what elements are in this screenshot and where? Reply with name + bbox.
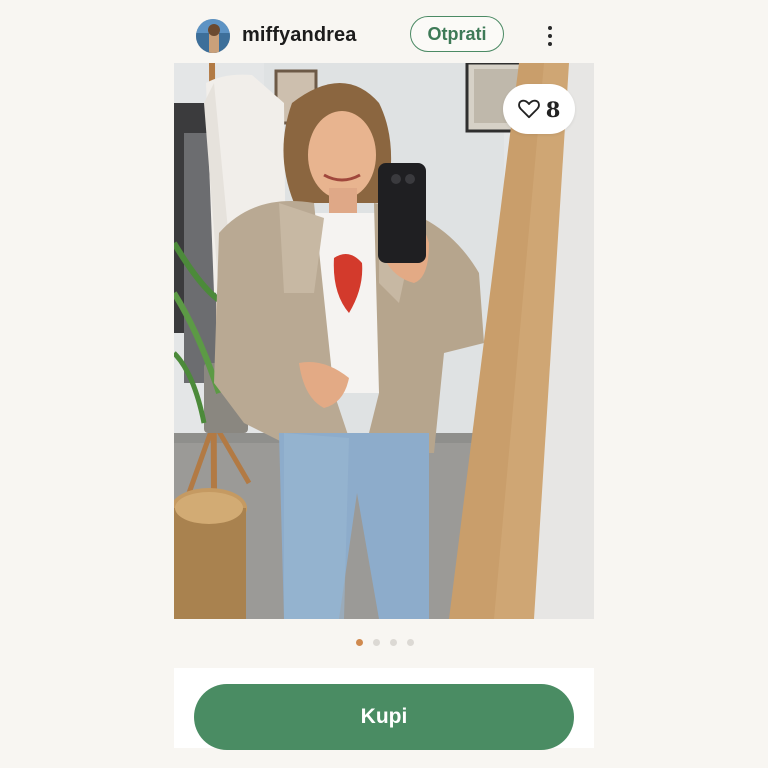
like-button[interactable]: 8 <box>503 84 575 134</box>
heart-outline-icon <box>517 99 540 119</box>
follow-button[interactable]: Otprati <box>410 16 504 52</box>
listing-screen: miffyandrea Otprati 8 Kupi <box>0 0 768 768</box>
like-count: 8 <box>545 96 561 122</box>
user-avatar[interactable] <box>196 19 230 53</box>
username[interactable]: miffyandrea <box>242 24 356 47</box>
product-photo[interactable] <box>174 63 594 619</box>
more-vertical-icon[interactable] <box>540 22 560 50</box>
buy-button[interactable]: Kupi <box>194 684 574 750</box>
pagination-dot[interactable] <box>390 638 397 646</box>
pagination-dot[interactable] <box>407 638 414 646</box>
image-pagination <box>350 637 420 647</box>
pagination-dot[interactable] <box>373 638 380 646</box>
seller-header: miffyandrea Otprati <box>174 14 594 58</box>
pagination-dot[interactable] <box>356 638 363 646</box>
action-bar: Kupi <box>174 668 594 750</box>
